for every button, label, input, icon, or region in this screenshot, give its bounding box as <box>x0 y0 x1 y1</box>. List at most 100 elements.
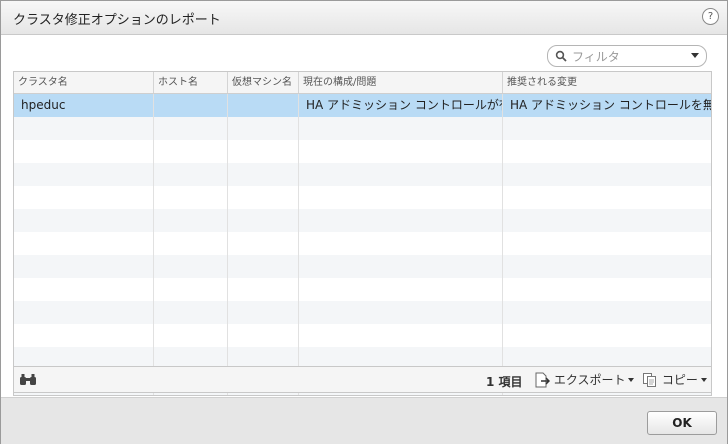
empty-cell <box>299 255 503 278</box>
empty-cell <box>228 117 299 140</box>
binoculars-icon[interactable] <box>19 373 37 386</box>
empty-cell <box>14 393 154 395</box>
help-icon[interactable]: ? <box>702 8 719 25</box>
table-row-empty <box>14 278 711 301</box>
empty-cell <box>228 393 299 395</box>
filter-box[interactable] <box>547 45 707 67</box>
column-header-recommended-change[interactable]: 推奨される変更 <box>503 72 711 93</box>
empty-cell <box>228 163 299 186</box>
column-header-vm[interactable]: 仮想マシン名 <box>228 72 299 93</box>
empty-cell <box>228 232 299 255</box>
table-row-empty <box>14 163 711 186</box>
empty-cell <box>503 117 711 140</box>
empty-cell <box>154 186 228 209</box>
report-table: クラスタ名 ホスト名 仮想マシン名 現在の構成/問題 推奨される変更 hpedu… <box>13 71 712 396</box>
table-row[interactable]: hpeduc HA アドミッション コントロールが有... HA アドミッション… <box>14 94 711 117</box>
empty-cell <box>14 117 154 140</box>
export-label: エクスポート <box>553 373 626 387</box>
copy-icon <box>643 372 656 387</box>
column-header-current-config[interactable]: 現在の構成/問題 <box>299 72 503 93</box>
table-row-empty <box>14 393 711 395</box>
table-footer: 1 項目 エクスポート コピー <box>13 366 712 393</box>
dialog-title: クラスタ修正オプションのレポート <box>13 13 221 28</box>
empty-cell <box>503 140 711 163</box>
table-row-empty <box>14 140 711 163</box>
empty-cell <box>14 232 154 255</box>
empty-cell <box>299 393 503 395</box>
empty-cell <box>154 393 228 395</box>
table-header: クラスタ名 ホスト名 仮想マシン名 現在の構成/問題 推奨される変更 <box>14 72 711 94</box>
empty-cell <box>14 209 154 232</box>
report-dialog: クラスタ修正オプションのレポート ? クラスタ名 ホスト名 仮想マシン名 現在の… <box>0 0 728 444</box>
empty-cell <box>228 255 299 278</box>
empty-cell <box>299 232 503 255</box>
chevron-down-icon <box>700 377 707 382</box>
empty-cell <box>14 140 154 163</box>
empty-cell <box>503 255 711 278</box>
empty-cell <box>228 324 299 347</box>
cell-host <box>154 94 228 117</box>
table-row-empty <box>14 255 711 278</box>
empty-cell <box>503 278 711 301</box>
empty-cell <box>154 117 228 140</box>
cell-recommended-change: HA アドミッション コントロールを無効... <box>510 98 711 112</box>
table-row-empty <box>14 232 711 255</box>
empty-cell <box>14 301 154 324</box>
empty-cell <box>503 301 711 324</box>
copy-label: コピー <box>661 373 698 387</box>
empty-cell <box>299 324 503 347</box>
cell-vm <box>228 94 299 117</box>
empty-cell <box>503 324 711 347</box>
empty-cell <box>299 163 503 186</box>
ok-button[interactable]: OK <box>647 411 717 435</box>
column-header-host[interactable]: ホスト名 <box>154 72 228 93</box>
export-icon <box>535 372 551 387</box>
empty-cell <box>154 278 228 301</box>
empty-cell <box>154 209 228 232</box>
table-row-empty <box>14 324 711 347</box>
table-row-empty <box>14 301 711 324</box>
filter-dropdown-arrow[interactable] <box>691 53 699 58</box>
empty-cell <box>154 255 228 278</box>
empty-cell <box>299 209 503 232</box>
filter-input[interactable] <box>570 48 684 66</box>
chevron-down-icon <box>628 377 635 382</box>
empty-cell <box>154 324 228 347</box>
empty-cell <box>154 232 228 255</box>
empty-cell <box>228 278 299 301</box>
empty-cell <box>14 278 154 301</box>
empty-cell <box>299 140 503 163</box>
empty-cell <box>299 117 503 140</box>
empty-cell <box>503 232 711 255</box>
empty-cell <box>503 163 711 186</box>
empty-cell <box>154 301 228 324</box>
empty-cell <box>503 209 711 232</box>
empty-cell <box>14 186 154 209</box>
empty-cell <box>14 324 154 347</box>
dialog-titlebar: クラスタ修正オプションのレポート ? <box>1 1 727 35</box>
empty-cell <box>299 278 503 301</box>
export-button[interactable]: エクスポート <box>534 371 635 389</box>
cell-current-config: HA アドミッション コントロールが有... <box>299 94 503 117</box>
empty-cell <box>14 163 154 186</box>
table-row-empty <box>14 186 711 209</box>
dialog-button-bar: OK <box>1 397 727 444</box>
empty-cell <box>228 186 299 209</box>
copy-button[interactable]: コピー <box>642 371 707 389</box>
column-header-cluster[interactable]: クラスタ名 <box>14 72 154 93</box>
empty-cell <box>154 140 228 163</box>
item-count: 1 項目 <box>486 375 523 389</box>
empty-cell <box>228 301 299 324</box>
empty-cell <box>299 186 503 209</box>
empty-cell <box>14 255 154 278</box>
empty-cell <box>299 301 503 324</box>
empty-cell <box>228 140 299 163</box>
empty-cell <box>503 186 711 209</box>
dialog-body: クラスタ名 ホスト名 仮想マシン名 現在の構成/問題 推奨される変更 hpedu… <box>1 35 727 397</box>
cell-cluster: hpeduc <box>14 94 154 117</box>
search-icon <box>555 50 567 62</box>
empty-cell <box>228 209 299 232</box>
table-row-empty <box>14 117 711 140</box>
empty-cell <box>154 163 228 186</box>
empty-cell <box>503 393 711 395</box>
